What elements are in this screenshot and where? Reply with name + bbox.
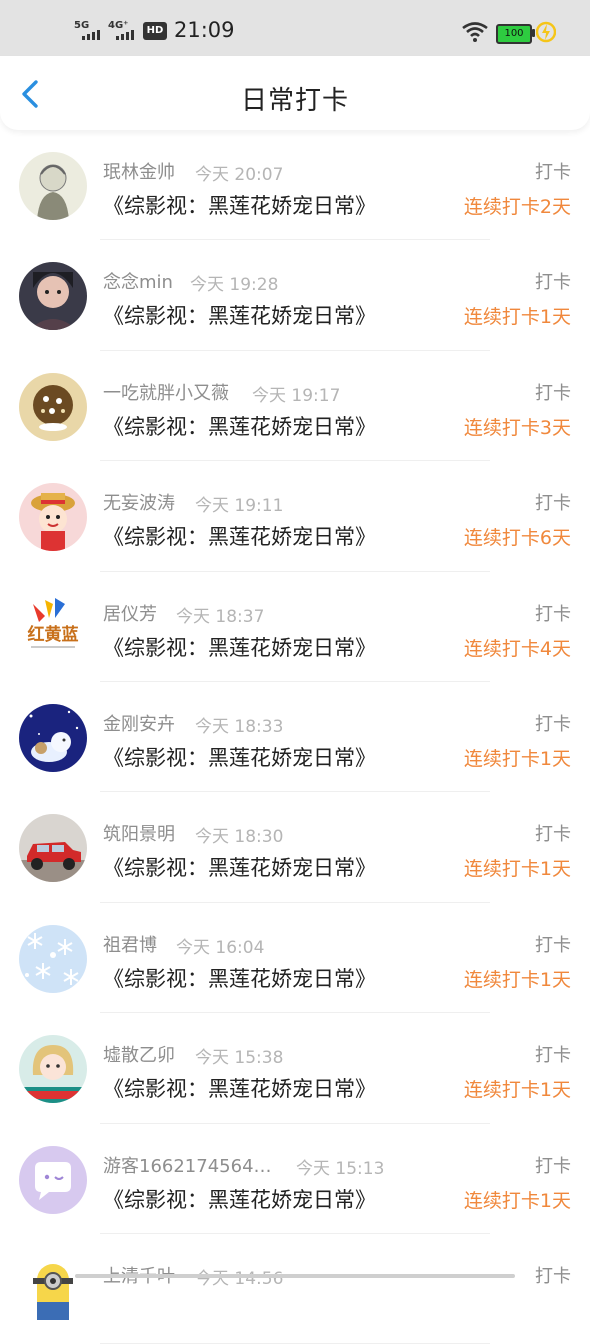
book-title[interactable]: 《综影视：黑莲花娇宠日常》 [103,1184,376,1214]
clock: 21:09 [174,18,235,42]
streak-label: 连续打卡1天 [463,1079,571,1102]
checkin-time: 今天 19:17 [252,385,341,406]
home-indicator [75,1274,515,1278]
streak-label: 连续打卡1天 [463,747,571,770]
car-avatar[interactable] [19,814,87,883]
checkin-row[interactable]: 游客1662174564… 今天 15:13 打卡《综影视：黑莲花娇宠日常》 连续打卡… [0,1124,590,1235]
checkin-row[interactable]: 念念min 今天 19:28 打卡《综影视：黑莲花娇宠日常》 连续打卡1天 [0,240,590,352]
checkin-time: 今天 16:04 [176,937,265,958]
user-name[interactable]: 珉林金帅 [103,158,175,184]
checkin-row[interactable]: 祖君博 今天 16:04 打卡《综影视：黑莲花娇宠日常》 连续打卡1天 [0,903,590,1014]
user-name[interactable]: 居仪芳 [103,600,157,626]
checkin-type-label: 打卡 [535,1265,571,1287]
streak-label: 连续打卡6天 [463,527,571,550]
streak-label: 连续打卡1天 [463,858,571,881]
signal-icon [82,30,100,40]
checkin-time: 今天 18:37 [176,606,265,627]
checkin-row[interactable]: 一吃就胖小又薇 今天 19:17 打卡《综影视：黑莲花娇宠日常》 连续打卡3天 [0,351,590,462]
book-title[interactable]: 《综影视：黑莲花娇宠日常》 [103,190,376,220]
checkin-time: 今天 20:07 [195,165,284,185]
checkin-type-label: 打卡 [535,162,571,183]
logo-avatar[interactable]: 红黄蓝 [19,593,87,662]
signal-icon-2 [116,30,134,40]
streak-label: 连续打卡3天 [463,416,571,439]
checkin-row[interactable]: 上清千叶今天 14:56打卡 [0,1234,590,1344]
user-name[interactable]: 祖君博 [103,931,157,957]
sketch-avatar[interactable] [19,152,87,220]
checkin-type-label: 打卡 [535,603,571,625]
checkin-time: 今天 18:33 [195,716,284,737]
book-title[interactable]: 《综影视：黑莲花娇宠日常》 [103,963,376,993]
photo-avatar[interactable] [19,262,87,331]
charging-icon [535,20,557,48]
book-title[interactable]: 《综影视：黑莲花娇宠日常》 [103,300,376,330]
checkin-type-label: 打卡 [535,272,571,294]
checkin-row[interactable]: 无妄波涛 今天 19:11 打卡《综影视：黑莲花娇宠日常》 连续打卡6天 [0,461,590,572]
streak-label: 连续打卡4天 [463,637,571,660]
book-title[interactable]: 《综影视：黑莲花娇宠日常》 [103,742,376,772]
checkin-row[interactable]: 金刚安卉 今天 18:33 打卡《综影视：黑莲花娇宠日常》 连续打卡1天 [0,682,590,793]
snowflake-avatar[interactable] [19,924,87,993]
checkin-time: 今天 15:38 [195,1048,284,1069]
page-header: 日常打卡 [0,56,590,130]
girl-avatar[interactable] [19,1035,87,1104]
checkin-type-label: 打卡 [535,382,571,404]
book-title[interactable]: 《综影视：黑莲花娇宠日常》 [103,1073,376,1103]
checkin-type-label: 打卡 [535,824,571,846]
hd-icon: HD [143,22,167,40]
status-bar: 5G 4G⁺ HD 21:09 100 [0,0,590,56]
checkin-time: 今天 15:13 [296,1158,385,1179]
checkin-type-label: 打卡 [535,1045,571,1067]
streak-label: 连续打卡2天 [463,196,571,218]
user-name[interactable]: 墟散乙卯 [103,1041,175,1067]
user-name[interactable]: 一吃就胖小又薇 [103,379,229,405]
streak-label: 连续打卡1天 [463,968,571,991]
user-name[interactable]: 无妄波涛 [103,489,175,515]
checkin-row[interactable]: 红黄蓝 居仪芳 今天 18:37 打卡《综影视：黑莲花娇宠日常》 连续打卡4天 [0,572,590,683]
checkin-time: 今天 19:11 [195,496,284,517]
checkin-type-label: 打卡 [535,713,571,735]
battery-tip [532,29,535,37]
checkin-type-label: 打卡 [535,493,571,515]
checkin-row[interactable]: 珉林金帅 今天 20:07 打卡《综影视：黑莲花娇宠日常》 连续打卡2天 [0,130,590,241]
cartoon-avatar[interactable] [19,483,87,552]
user-name[interactable]: 筑阳景明 [103,820,175,846]
wifi-icon [462,22,488,46]
page-title: 日常打卡 [240,86,349,116]
streak-label: 连续打卡1天 [463,306,571,329]
checkin-row[interactable]: 墟散乙卯 今天 15:38 打卡《综影视：黑莲花娇宠日常》 连续打卡1天 [0,1013,590,1124]
book-title[interactable]: 《综影视：黑莲花娇宠日常》 [103,411,376,441]
night-avatar[interactable] [19,703,87,772]
book-title[interactable]: 《综影视：黑莲花娇宠日常》 [103,632,376,662]
battery-icon: 100 [496,24,532,44]
default-avatar[interactable] [19,1145,87,1214]
user-name[interactable]: 金刚安卉 [103,710,175,736]
checkin-row[interactable]: 筑阳景明 今天 18:30 打卡《综影视：黑莲花娇宠日常》 连续打卡1天 [0,792,590,904]
checkin-list: 珉林金帅 今天 20:07 打卡 《综影视：黑莲花娇宠日常》 连续打卡2天 念念min 今天… [0,130,590,1344]
streak-label: 连续打卡1天 [463,1189,571,1212]
user-name[interactable]: 游客1662174564… [103,1152,272,1178]
book-title[interactable]: 《综影视：黑莲花娇宠日常》 [103,852,376,882]
user-name[interactable]: 念念min [103,268,173,294]
checkin-time: 今天 18:30 [195,827,284,848]
book-title[interactable]: 《综影视：黑莲花娇宠日常》 [103,521,376,551]
checkin-type-label: 打卡 [535,1155,571,1177]
minion-avatar[interactable] [19,1255,87,1324]
checkin-type-label: 打卡 [535,934,571,956]
cookie-avatar[interactable] [19,372,87,441]
svg-text:红黄蓝: 红黄蓝 [28,624,79,645]
checkin-time: 今天 19:28 [190,275,279,296]
